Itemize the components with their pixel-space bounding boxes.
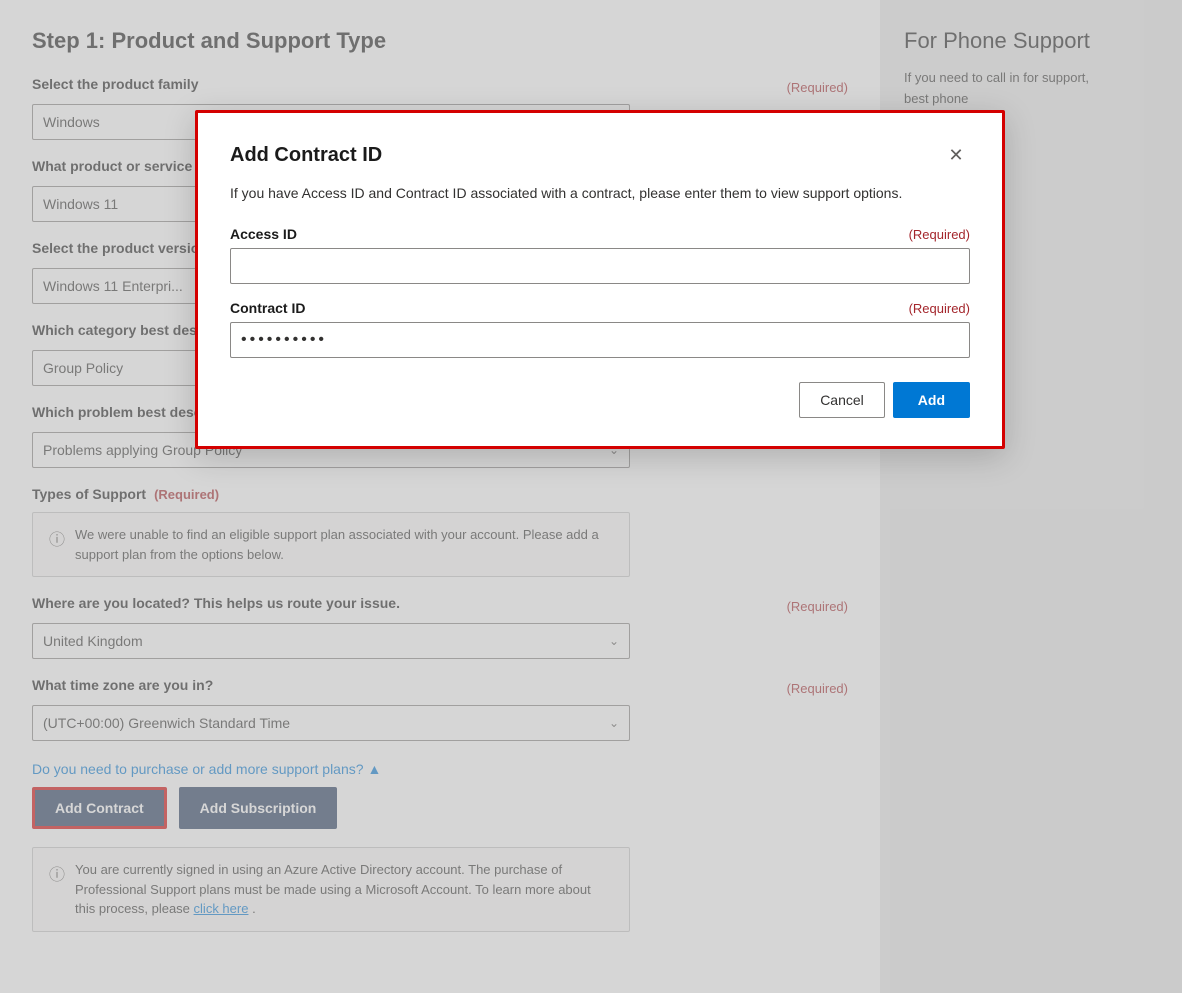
contract-id-input[interactable] <box>230 322 970 358</box>
modal-close-button[interactable]: ✕ <box>942 141 970 169</box>
access-id-input[interactable] <box>230 248 970 284</box>
modal-description: If you have Access ID and Contract ID as… <box>230 183 970 204</box>
access-id-required: (Required) <box>909 227 970 242</box>
modal-header: Add Contract ID ✕ <box>230 141 970 169</box>
contract-id-label: Contract ID <box>230 300 305 316</box>
modal-title: Add Contract ID <box>230 144 382 167</box>
access-id-label-row: Access ID (Required) <box>230 226 970 242</box>
add-button[interactable]: Add <box>893 382 970 418</box>
close-icon: ✕ <box>948 145 963 166</box>
contract-id-required: (Required) <box>909 301 970 316</box>
add-contract-id-modal: Add Contract ID ✕ If you have Access ID … <box>195 110 1005 449</box>
contract-id-label-row: Contract ID (Required) <box>230 300 970 316</box>
modal-actions: Cancel Add <box>230 382 970 418</box>
cancel-button[interactable]: Cancel <box>799 382 885 418</box>
access-id-label: Access ID <box>230 226 297 242</box>
